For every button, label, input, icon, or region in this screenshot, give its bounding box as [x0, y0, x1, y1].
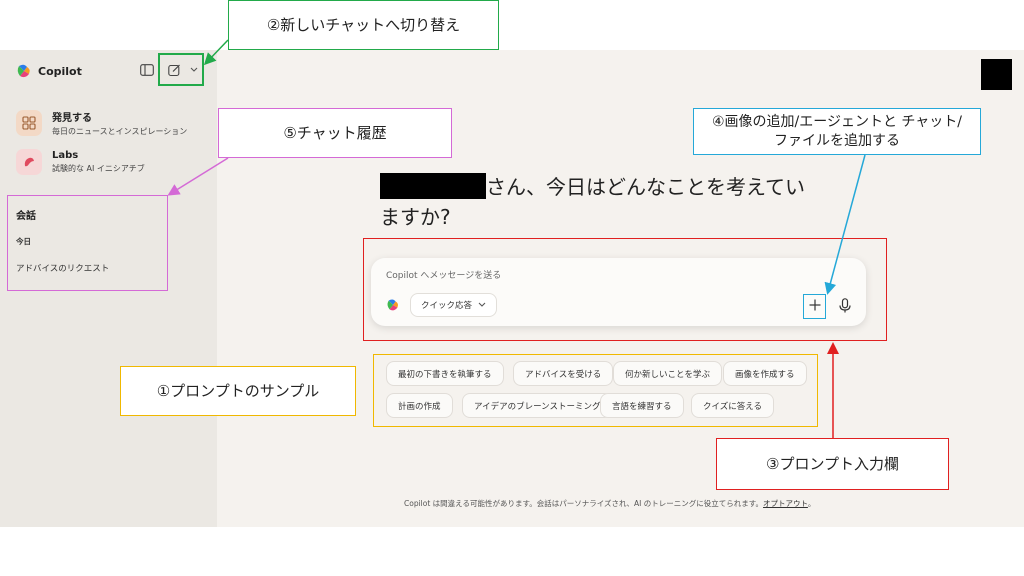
labs-flask-icon: [16, 149, 42, 175]
sidebar-item-label: Labs: [52, 150, 79, 161]
annotation-samples-text: ①プロンプトのサンプル: [156, 382, 320, 400]
annotation-samples: ①プロンプトのサンプル: [120, 366, 356, 416]
opt-out-link[interactable]: オプトアウト: [763, 499, 808, 508]
samples-highlight-frame: [373, 354, 818, 427]
greeting-headline: さん、今日はどんなことを考えていますか?: [380, 172, 820, 232]
app-name: Copilot: [38, 64, 82, 78]
annotation-add-text: ④画像の追加/エージェントと チャット/ファイルを追加する: [711, 113, 962, 149]
sidebar-toggle-button[interactable]: [139, 63, 155, 77]
profile-avatar[interactable]: [981, 59, 1012, 90]
app-logo[interactable]: Copilot: [16, 63, 82, 79]
disclaimer-end: 。: [807, 499, 816, 508]
sidebar-item-label: 発見する: [52, 113, 92, 124]
disclaimer-footer: Copilot は間違える可能性があります。会話はパーソナライズされ、AI のト…: [404, 498, 815, 509]
add-highlight-frame: [803, 294, 826, 319]
redacted-username: [380, 173, 486, 199]
annotation-add: ④画像の追加/エージェントと チャット/ファイルを追加する: [693, 108, 981, 155]
input-highlight-frame: [363, 238, 887, 341]
annotation-new-chat-text: ②新しいチャットへ切り替え: [266, 16, 461, 34]
discover-grid-icon: [16, 110, 42, 136]
sidebar-item-sublabel: 試験的な AI イニシアチブ: [52, 164, 145, 173]
annotation-input-text: ③プロンプト入力欄: [766, 455, 899, 473]
sidebar-item-discover[interactable]: 発見する 毎日のニュースとインスピレーション: [16, 109, 187, 137]
disclaimer-text: Copilot は間違える可能性があります。会話はパーソナライズされ、AI のト…: [404, 499, 764, 508]
copilot-logo-icon: [17, 64, 30, 78]
history-highlight-frame: [7, 195, 168, 291]
sidebar-panel-icon: [140, 64, 154, 76]
annotation-input: ③プロンプト入力欄: [716, 438, 949, 490]
new-chat-highlight-frame: [158, 53, 204, 86]
annotation-history-text: ⑤チャット履歴: [283, 124, 387, 142]
annotation-new-chat: ②新しいチャットへ切り替え: [228, 0, 499, 50]
annotation-history: ⑤チャット履歴: [218, 108, 452, 158]
sidebar-item-labs[interactable]: Labs 試験的な AI イニシアチブ: [16, 149, 145, 175]
sidebar-item-sublabel: 毎日のニュースとインスピレーション: [52, 127, 188, 136]
